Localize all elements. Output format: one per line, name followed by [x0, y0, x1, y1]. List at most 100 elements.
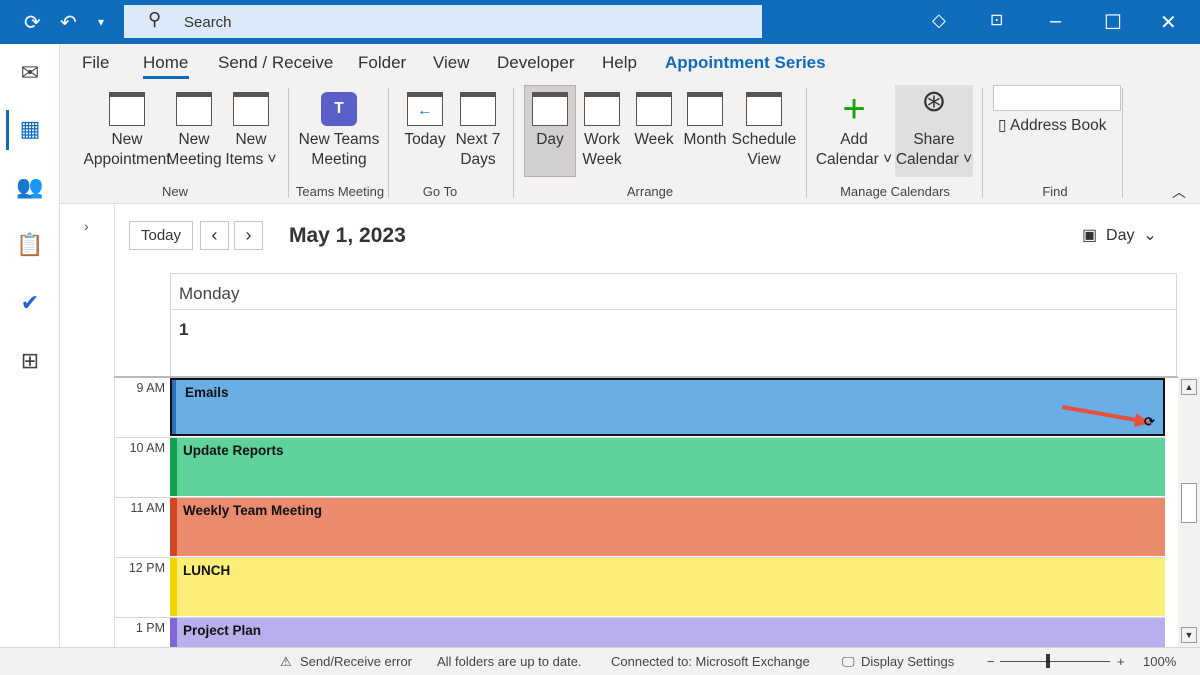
ribbon: File Home Send / Receive Folder View Dev…: [60, 44, 1200, 204]
tab-file[interactable]: File: [82, 53, 109, 73]
new-meeting-button[interactable]: NewMeeting: [164, 92, 224, 170]
time-label: 9 AM: [115, 381, 165, 395]
send-receive-error[interactable]: Send/Receive error: [300, 654, 412, 669]
customize-toolbar-icon[interactable]: ▾: [98, 15, 104, 29]
event-title: Project Plan: [183, 623, 261, 638]
new-teams-meeting-button[interactable]: TNew TeamsMeeting: [294, 92, 384, 170]
add-calendar-button[interactable]: +AddCalendar ˅: [814, 92, 894, 170]
scroll-down-icon[interactable]: ▼: [1181, 627, 1197, 643]
day-view-button[interactable]: Day: [524, 85, 576, 177]
previous-day-button[interactable]: ‹: [200, 221, 229, 250]
apps-icon[interactable]: ⊞: [0, 348, 60, 374]
tab-view[interactable]: View: [433, 53, 470, 73]
label: Next 7: [452, 130, 504, 150]
today-nav-button[interactable]: Today: [129, 221, 193, 250]
schedule-view-button[interactable]: ScheduleView: [730, 92, 798, 170]
label: Week: [578, 150, 626, 170]
tab-help[interactable]: Help: [602, 53, 637, 73]
collapse-ribbon-icon[interactable]: ︿: [1172, 182, 1186, 202]
label: Share: [895, 130, 973, 150]
teams-icon: T: [321, 92, 357, 126]
label: View: [730, 150, 798, 170]
undo-icon[interactable]: ↶: [60, 10, 77, 35]
people-icon[interactable]: 👥: [0, 174, 60, 200]
tab-home[interactable]: Home: [143, 53, 188, 73]
zoom-slider[interactable]: [1000, 661, 1110, 662]
group-manage-calendars: Manage Calendars: [820, 184, 970, 199]
today-button[interactable]: ←Today: [400, 92, 450, 150]
label: New: [164, 130, 224, 150]
display-settings-button[interactable]: Display Settings: [861, 654, 954, 669]
app-nav: ✉ ▦ 👥 📋 ✔ ⊞: [0, 44, 60, 675]
label: Days: [452, 150, 504, 170]
zoom-slider-thumb[interactable]: [1046, 654, 1050, 668]
date-title: May 1, 2023: [289, 224, 406, 248]
group-new: New: [120, 184, 230, 199]
sync-icon[interactable]: ⟳: [24, 10, 41, 35]
event-weekly-team-meeting[interactable]: Weekly Team Meeting: [170, 498, 1165, 556]
todo-icon[interactable]: ✔: [0, 290, 60, 316]
event-title: LUNCH: [183, 563, 230, 578]
premium-diamond-icon[interactable]: ◇: [932, 10, 946, 31]
address-book-button[interactable]: ▯ Address Book: [998, 116, 1106, 136]
next-7-days-button[interactable]: Next 7Days: [452, 92, 504, 170]
label: Add: [814, 130, 894, 150]
search-input[interactable]: ⚲ Search: [124, 5, 762, 38]
plus-icon: +: [814, 92, 894, 130]
maximize-icon[interactable]: ☐: [1104, 10, 1122, 35]
status-bar: ⚠ Send/Receive error All folders are up …: [0, 647, 1200, 675]
close-icon[interactable]: ✕: [1160, 10, 1177, 35]
month-button[interactable]: Month: [680, 92, 730, 150]
event-stripe: [172, 380, 176, 434]
view-label: Day: [1106, 227, 1134, 244]
scrollbar[interactable]: ▲ ▼: [1178, 377, 1200, 647]
divider: [806, 88, 807, 198]
zoom-out-icon[interactable]: −: [987, 654, 995, 669]
label: Month: [680, 130, 730, 150]
display-settings-icon: 🖵: [842, 654, 855, 670]
expand-pane-icon[interactable]: ›: [84, 218, 89, 234]
zoom-level[interactable]: 100%: [1143, 654, 1176, 669]
event-stripe: [170, 498, 177, 556]
day-name: Monday: [179, 284, 239, 304]
event-title: Update Reports: [183, 443, 284, 458]
title-bar: ⟳ ↶ ▾ ⚲ Search ◇ ⊡ – ☐ ✕: [0, 0, 1200, 44]
next-day-button[interactable]: ›: [234, 221, 263, 250]
address-book-icon: ▯: [998, 117, 1010, 134]
new-items-button[interactable]: NewItems ˅: [224, 92, 278, 170]
recurring-icon: ⟳: [1144, 414, 1155, 430]
label: New Teams: [294, 130, 384, 150]
label: Work: [578, 130, 626, 150]
event-title: Weekly Team Meeting: [183, 503, 322, 518]
week-button[interactable]: Week: [630, 92, 678, 150]
event-update-reports[interactable]: Update Reports: [170, 438, 1165, 496]
scroll-thumb[interactable]: [1181, 483, 1197, 523]
view-selector[interactable]: ▣ Day ⌄: [1082, 225, 1157, 245]
tab-send-receive[interactable]: Send / Receive: [218, 53, 333, 73]
tab-folder[interactable]: Folder: [358, 53, 406, 73]
label: Day: [525, 130, 575, 150]
calendar-icon: [460, 92, 496, 126]
event-lunch[interactable]: LUNCH: [170, 558, 1165, 616]
group-arrange: Arrange: [600, 184, 700, 199]
work-week-button[interactable]: WorkWeek: [578, 92, 626, 170]
event-emails[interactable]: Emails ⟳: [170, 378, 1165, 436]
event-project-plan[interactable]: Project Plan: [170, 618, 1165, 647]
calendar-icon[interactable]: ▦: [0, 116, 60, 142]
connection-status: Connected to: Microsoft Exchange: [611, 654, 810, 669]
tab-appointment-series[interactable]: Appointment Series: [665, 53, 826, 73]
divider: [171, 309, 1176, 310]
search-placeholder: Search: [184, 14, 232, 31]
tab-developer[interactable]: Developer: [497, 53, 575, 73]
zoom-in-icon[interactable]: +: [1117, 654, 1125, 669]
scroll-up-icon[interactable]: ▲: [1181, 379, 1197, 395]
mail-icon[interactable]: ✉: [0, 60, 60, 86]
label: Today: [400, 130, 450, 150]
share-calendar-button[interactable]: ⊛ShareCalendar ˅: [895, 85, 973, 177]
tasks-icon[interactable]: 📋: [0, 232, 60, 258]
minimize-icon[interactable]: –: [1050, 10, 1061, 33]
find-contact-input[interactable]: [993, 85, 1121, 111]
ribbon-display-icon[interactable]: ⊡: [990, 10, 1003, 30]
time-label: 12 PM: [115, 561, 165, 575]
divider: [388, 88, 389, 198]
